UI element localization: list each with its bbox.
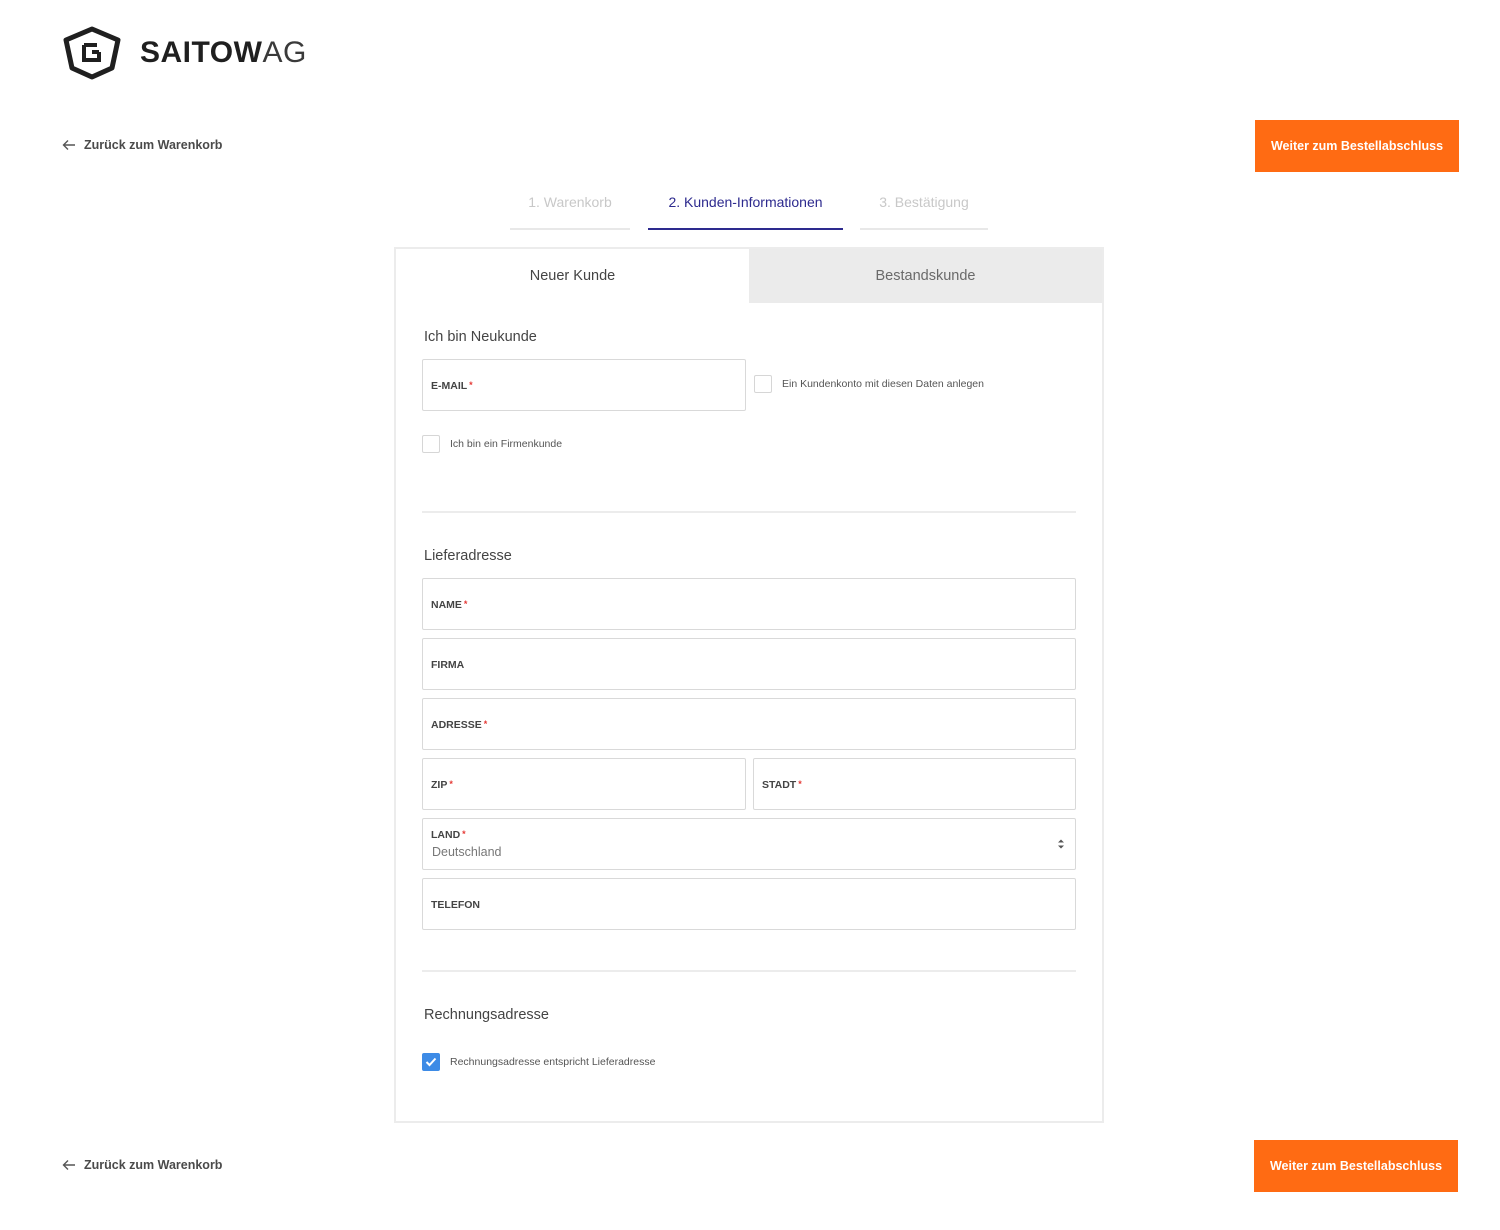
required-marker: * [483,719,488,729]
shipping-address-heading: Lieferadresse [424,548,512,564]
required-marker: * [463,599,468,609]
back-to-cart-link[interactable]: Zurück zum Warenkorb [62,138,222,152]
checkout-form-card: Neuer Kunde Bestandskunde Ich bin Neukun… [394,247,1104,1123]
required-marker: * [449,779,453,789]
checkout-stepper: 1. Warenkorb 2. Kunden-Informationen 3. … [0,190,1500,232]
arrow-left-icon [62,140,75,150]
section-divider [422,511,1076,513]
business-customer-label: Ich bin ein Firmenkunde [450,438,563,450]
address-label: ADRESSE * [431,719,487,731]
brand-name-light: AG [262,36,307,69]
email-label-text: E-MAIL [431,380,468,392]
name-label-text: NAME [431,599,462,611]
billing-same-checkbox-box[interactable] [422,1053,440,1071]
required-marker: * [469,380,473,390]
step-customer-info[interactable]: 2. Kunden-Informationen [648,190,843,230]
new-customer-heading: Ich bin Neukunde [424,329,537,345]
customer-type-tabs: Neuer Kunde Bestandskunde [396,249,1102,303]
tab-existing-customer[interactable]: Bestandskunde [749,249,1102,303]
city-field[interactable]: STADT * [753,758,1076,810]
create-account-label: Ein Kundenkonto mit diesen Daten anlegen [782,378,984,390]
zip-label-text: ZIP [431,779,448,791]
create-account-checkbox[interactable]: Ein Kundenkonto mit diesen Daten anlegen [754,375,984,393]
zip-field[interactable]: ZIP * [422,758,746,810]
billing-same-as-shipping-checkbox[interactable]: Rechnungsadresse entspricht Lieferadress… [422,1053,655,1071]
saitow-hexagon-icon [63,26,121,80]
checkmark-icon [425,1057,437,1067]
required-marker: * [798,779,802,789]
section-divider [422,970,1076,972]
email-label: E-MAIL * [431,380,473,392]
brand-name-bold: SAITOW [140,36,263,69]
country-label-text: LAND [431,829,461,841]
zip-label: ZIP * [431,779,453,791]
back-to-cart-label: Zurück zum Warenkorb [84,138,223,152]
country-label: LAND * [431,829,466,841]
address-label-text: ADRESSE [431,719,482,731]
tab-new-customer[interactable]: Neuer Kunde [396,249,749,303]
phone-label: TELEFON [431,899,480,911]
back-to-cart-link-bottom[interactable]: Zurück zum Warenkorb [62,1158,222,1172]
city-label: STADT * [762,779,802,791]
address-field[interactable]: ADRESSE * [422,698,1076,750]
company-label: FIRMA [431,659,465,671]
required-marker: * [462,829,466,839]
create-account-checkbox-box[interactable] [754,375,772,393]
brand-name: SAITOWAG [140,38,307,68]
email-field[interactable]: E-MAIL * [422,359,746,411]
phone-field[interactable]: TELEFON [422,878,1076,930]
billing-same-label: Rechnungsadresse entspricht Lieferadress… [450,1056,656,1068]
step-cart[interactable]: 1. Warenkorb [510,190,630,230]
company-field[interactable]: FIRMA [422,638,1076,690]
country-value: Deutschland [432,845,502,859]
continue-to-checkout-button[interactable]: Weiter zum Bestellabschluss [1255,120,1459,172]
name-field[interactable]: NAME * [422,578,1076,630]
select-arrows-icon [1058,839,1064,849]
business-customer-checkbox-box[interactable] [422,435,440,453]
continue-to-checkout-button-bottom[interactable]: Weiter zum Bestellabschluss [1254,1140,1458,1192]
step-confirmation[interactable]: 3. Bestätigung [860,190,988,230]
name-label: NAME * [431,599,467,611]
billing-address-heading: Rechnungsadresse [424,1007,549,1023]
back-to-cart-label: Zurück zum Warenkorb [84,1158,223,1172]
business-customer-checkbox[interactable]: Ich bin ein Firmenkunde [422,435,562,453]
city-label-text: STADT [762,779,797,791]
arrow-left-icon [62,1160,75,1170]
brand-logo[interactable]: SAITOWAG [62,26,307,80]
country-select[interactable]: LAND * Deutschland [422,818,1076,870]
